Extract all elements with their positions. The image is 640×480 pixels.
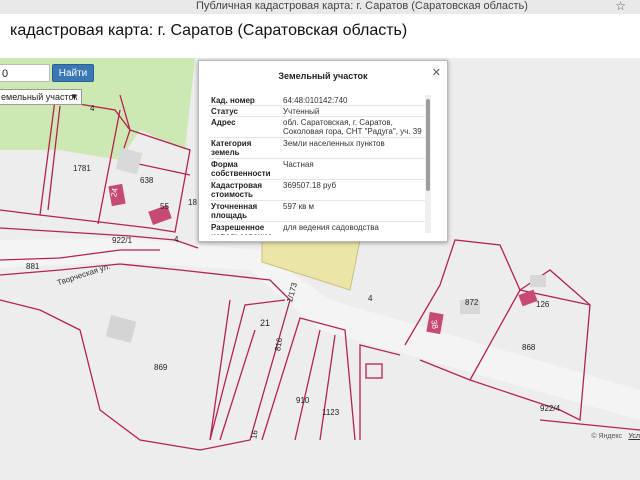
popup-rows: Кад. номер 64:48:010142:740 Статус Учтен…	[209, 95, 429, 235]
parcel-label: 21	[260, 318, 271, 328]
parcel-label: 38	[429, 319, 440, 330]
page-header: кадастровая карта: г. Саратов (Саратовск…	[0, 14, 640, 58]
popup-scrollbar[interactable]	[425, 95, 431, 233]
row-label: Кад. номер	[211, 96, 255, 105]
parcel-label: 4	[368, 294, 373, 303]
row-label: Статус	[211, 107, 238, 116]
row-value: Учтенный	[283, 107, 320, 116]
row-label: Кадастровая стоимость	[211, 181, 263, 199]
row-label: Адрес	[211, 118, 236, 127]
scrollbar-thumb[interactable]	[426, 99, 430, 191]
parcel-info-popup: Земельный участок ✕ Кад. номер 64:48:010…	[198, 60, 448, 242]
row-label: Категория земель	[211, 139, 252, 157]
page-title: кадастровая карта: г. Саратов (Саратовск…	[10, 22, 408, 39]
parcel-label: 922/1	[112, 236, 133, 245]
parcel-label: 4	[174, 235, 179, 244]
chevron-down-icon: ▼	[70, 92, 78, 101]
parcel-label: 55	[160, 202, 169, 211]
popup-row: Кадастровая стоимость 369507.18 руб	[209, 180, 427, 201]
popup-row: Уточненная площадь 597 кв м	[209, 201, 427, 222]
close-icon[interactable]: ✕	[432, 66, 441, 79]
row-value: 64:48:010142:740	[283, 96, 348, 105]
row-label: Уточненная площадь	[211, 202, 258, 220]
star-icon[interactable]: ☆	[615, 0, 626, 13]
parcel-label: 868	[522, 343, 536, 352]
parcel-label: 16	[249, 429, 260, 440]
layer-select[interactable]: емельный участок ▼	[0, 89, 82, 105]
row-value: Земли населенных пунктов	[283, 139, 385, 148]
parcel-label: 1781	[73, 164, 91, 173]
parcel-label: 869	[154, 363, 168, 372]
row-value: 597 кв м	[283, 202, 315, 211]
row-value: обл. Саратовская, г. Саратов, Соколовая …	[283, 118, 422, 136]
parcel-label: 638	[140, 176, 154, 185]
browser-tab-bar: Публичная кадастровая карта: г. Саратов …	[0, 0, 640, 15]
parcel-label: 872	[465, 298, 479, 307]
row-label: Форма собственности	[211, 160, 271, 178]
find-button[interactable]: Найти	[52, 64, 94, 82]
popup-row: Адрес обл. Саратовская, г. Саратов, Соко…	[209, 117, 427, 138]
parcel-label: 24	[109, 187, 120, 198]
terms-link[interactable]: Усл	[628, 433, 640, 440]
parcel-label: 881	[26, 262, 40, 271]
popup-row: Разрешенное использование для ведения са…	[209, 222, 427, 235]
browser-tab[interactable]: Публичная кадастровая карта: г. Саратов …	[196, 0, 528, 12]
popup-row: Статус Учтенный	[209, 106, 427, 117]
parcel-label: 18	[188, 198, 197, 207]
popup-title: Земельный участок	[278, 71, 368, 81]
popup-row: Форма собственности Частная	[209, 159, 427, 180]
parcel-label: 4	[90, 104, 95, 113]
map-attribution: © Яндекс	[591, 433, 622, 440]
parcel-label: 910	[296, 396, 310, 405]
search-input[interactable]: 0	[0, 64, 50, 82]
parcel-label: 922/4	[540, 404, 561, 413]
popup-row: Категория земель Земли населенных пункто…	[209, 138, 427, 159]
popup-row: Кад. номер 64:48:010142:740	[209, 95, 427, 106]
parcel-label: 1123	[322, 408, 340, 417]
layer-select-value: емельный участок	[1, 92, 78, 102]
row-value: 369507.18 руб	[283, 181, 337, 190]
parcel-label: 126	[536, 300, 550, 309]
row-label: Разрешенное использование	[211, 223, 272, 235]
row-value: для ведения садоводства	[283, 223, 379, 232]
row-value: Частная	[283, 160, 314, 169]
